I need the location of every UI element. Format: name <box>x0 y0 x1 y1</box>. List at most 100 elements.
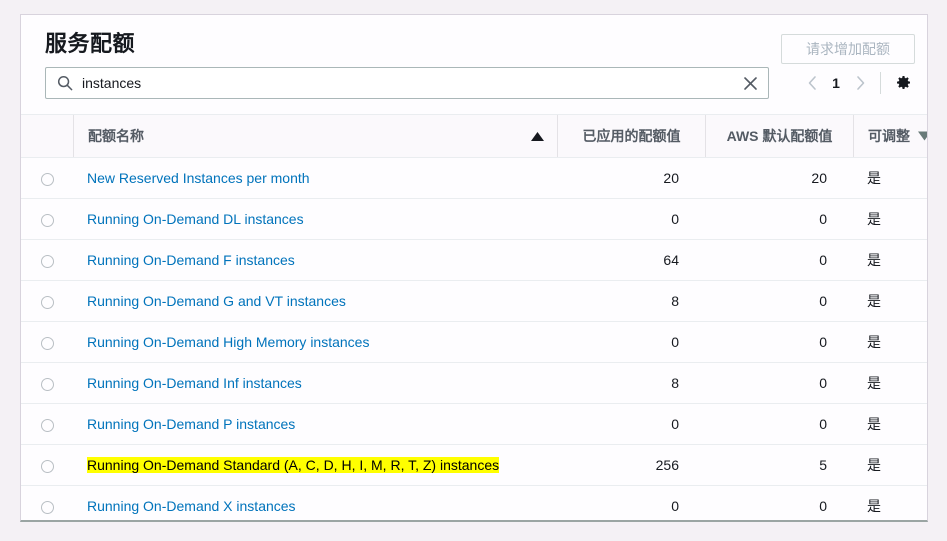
radio-button[interactable] <box>40 295 54 309</box>
table-row[interactable]: Running On-Demand G and VT instances 8 0… <box>21 280 927 322</box>
default-value-cell: 5 <box>705 444 853 486</box>
default-value-cell: 0 <box>705 280 853 322</box>
chevron-right-icon[interactable] <box>847 67 873 99</box>
row-select-cell[interactable] <box>21 403 73 445</box>
table-row[interactable]: New Reserved Instances per month 20 20 是 <box>21 157 927 199</box>
default-value-cell: 0 <box>705 362 853 404</box>
column-header-default-value-label: AWS 默认配额值 <box>705 115 853 157</box>
pagination-page-1[interactable]: 1 <box>825 67 847 99</box>
triangle-down-icon[interactable] <box>918 131 927 141</box>
applied-value-cell: 8 <box>557 362 705 404</box>
quota-name-cell[interactable]: Running On-Demand P instances <box>73 403 557 445</box>
radio-button[interactable] <box>40 459 54 473</box>
applied-value-cell: 0 <box>557 321 705 363</box>
chevron-left-icon[interactable] <box>799 67 825 99</box>
quota-name-link[interactable]: Running On-Demand F instances <box>73 252 295 268</box>
quota-name-link[interactable]: Running On-Demand Inf instances <box>73 375 302 391</box>
column-header-applied-value[interactable]: 已应用的配额值 <box>557 114 705 158</box>
radio-button[interactable] <box>40 254 54 268</box>
default-value-cell: 0 <box>705 239 853 281</box>
radio-button[interactable] <box>40 213 54 227</box>
table-row[interactable]: Running On-Demand F instances 64 0 是 <box>21 239 927 281</box>
radio-button[interactable] <box>40 500 54 514</box>
pagination: 1 <box>799 67 916 99</box>
adjustable-cell: 是 <box>853 485 927 520</box>
table-header: 配额名称 已应用的配额值 AWS 默认配额值 可调整 <box>21 114 927 158</box>
table-row-highlighted[interactable]: Running On-Demand Standard (A, C, D, H, … <box>21 444 927 486</box>
radio-button[interactable] <box>40 377 54 391</box>
quota-name-cell[interactable]: Running On-Demand G and VT instances <box>73 280 557 322</box>
column-header-quota-name[interactable]: 配额名称 <box>73 114 517 158</box>
quota-name-cell[interactable]: Running On-Demand DL instances <box>73 198 557 240</box>
search-input[interactable] <box>82 73 736 93</box>
row-select-cell[interactable] <box>21 198 73 240</box>
card-header: 服务配额 请求增加配额 <box>21 15 927 67</box>
close-icon[interactable] <box>736 69 764 97</box>
applied-value-cell: 0 <box>557 403 705 445</box>
row-select-cell[interactable] <box>21 485 73 520</box>
quota-name-cell[interactable]: New Reserved Instances per month <box>73 157 557 199</box>
column-header-adjustable[interactable]: 可调整 <box>853 114 927 158</box>
search-icon <box>57 75 73 91</box>
row-select-cell[interactable] <box>21 239 73 281</box>
applied-value-cell: 20 <box>557 157 705 199</box>
row-select-cell[interactable] <box>21 157 73 199</box>
table-header-row: 配额名称 已应用的配额值 AWS 默认配额值 可调整 <box>21 114 927 158</box>
adjustable-cell: 是 <box>853 239 927 281</box>
applied-value-cell: 0 <box>557 198 705 240</box>
quota-name-link-highlighted[interactable]: Running On-Demand Standard (A, C, D, H, … <box>87 457 500 473</box>
row-select-cell[interactable] <box>21 280 73 322</box>
quota-name-cell[interactable]: Running On-Demand Standard (A, C, D, H, … <box>73 444 557 486</box>
quota-name-link[interactable]: Running On-Demand P instances <box>73 416 295 432</box>
gear-icon[interactable] <box>890 67 916 99</box>
adjustable-cell: 是 <box>853 321 927 363</box>
default-value-cell: 0 <box>705 198 853 240</box>
applied-value-cell: 8 <box>557 280 705 322</box>
adjustable-cell: 是 <box>853 280 927 322</box>
quota-name-link[interactable]: New Reserved Instances per month <box>73 170 310 186</box>
table-row[interactable]: Running On-Demand High Memory instances … <box>21 321 927 363</box>
quota-name-cell[interactable]: Running On-Demand High Memory instances <box>73 321 557 363</box>
row-select-cell[interactable] <box>21 321 73 363</box>
table-toolbar: 1 <box>21 67 927 105</box>
column-header-default-value[interactable]: AWS 默认配额值 <box>705 114 853 158</box>
quota-name-link[interactable]: Running On-Demand DL instances <box>73 211 304 227</box>
table-row[interactable]: Running On-Demand DL instances 0 0 是 <box>21 198 927 240</box>
search-box[interactable] <box>45 67 769 99</box>
toolbar-divider <box>880 72 881 94</box>
quota-name-cell[interactable]: Running On-Demand X instances <box>73 485 557 520</box>
service-quotas-card: 服务配额 请求增加配额 instances 1 配额名称 已应用的配额值 AWS… <box>20 14 928 522</box>
default-value-cell: 0 <box>705 403 853 445</box>
page-title: 服务配额 <box>45 31 136 56</box>
adjustable-cell: 是 <box>853 403 927 445</box>
quota-name-link[interactable]: Running On-Demand High Memory instances <box>73 334 369 350</box>
table-row[interactable]: Running On-Demand Inf instances 8 0 是 <box>21 362 927 404</box>
sort-ascending-indicator[interactable] <box>517 114 557 158</box>
adjustable-cell: 是 <box>853 157 927 199</box>
request-quota-increase-button[interactable]: 请求增加配额 <box>781 34 915 64</box>
quota-name-cell[interactable]: Running On-Demand F instances <box>73 239 557 281</box>
default-value-cell: 0 <box>705 321 853 363</box>
column-header-adjustable-label: 可调整 <box>868 128 910 144</box>
table-body: New Reserved Instances per month 20 20 是… <box>21 157 927 520</box>
quota-name-link[interactable]: Running On-Demand X instances <box>73 498 296 514</box>
service-quotas-page: 服务配额 请求增加配额 instances 1 配额名称 已应用的配额值 AWS… <box>0 0 947 541</box>
column-header-select <box>21 114 73 158</box>
applied-value-cell: 0 <box>557 485 705 520</box>
quota-name-cell[interactable]: Running On-Demand Inf instances <box>73 362 557 404</box>
default-value-cell: 20 <box>705 157 853 199</box>
triangle-up-icon <box>530 131 544 141</box>
quota-name-link[interactable]: Running On-Demand G and VT instances <box>73 293 346 309</box>
radio-button[interactable] <box>40 336 54 350</box>
row-select-cell[interactable] <box>21 444 73 486</box>
adjustable-cell: 是 <box>853 198 927 240</box>
quotas-table: 配额名称 已应用的配额值 AWS 默认配额值 可调整 New Reserved … <box>21 114 927 520</box>
column-header-quota-name-label: 配额名称 <box>73 115 517 157</box>
table-row[interactable]: Running On-Demand P instances 0 0 是 <box>21 403 927 445</box>
radio-button[interactable] <box>40 172 54 186</box>
applied-value-cell: 64 <box>557 239 705 281</box>
radio-button[interactable] <box>40 418 54 432</box>
table-row[interactable]: Running On-Demand X instances 0 0 是 <box>21 485 927 520</box>
row-select-cell[interactable] <box>21 362 73 404</box>
default-value-cell: 0 <box>705 485 853 520</box>
